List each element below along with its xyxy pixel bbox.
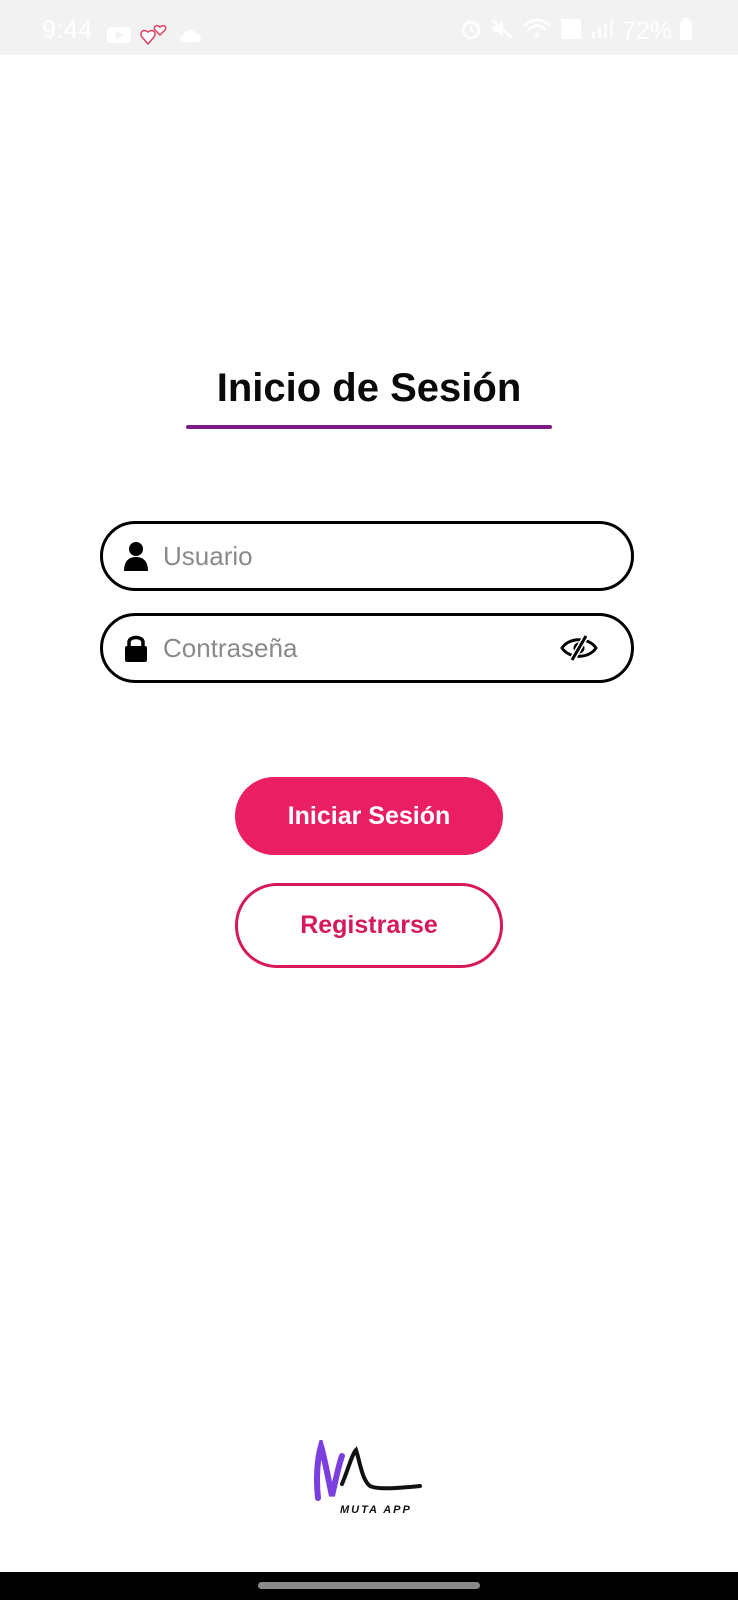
logo-mark xyxy=(314,1435,422,1501)
home-gesture-handle[interactable] xyxy=(258,1582,480,1589)
logo-text: MUTA APP xyxy=(340,1504,412,1516)
username-input[interactable] xyxy=(163,536,523,576)
page-title: Inicio de Sesión xyxy=(216,366,522,410)
status-right-icons: 72% xyxy=(460,18,692,45)
title-underline xyxy=(186,425,552,429)
navigation-bar xyxy=(0,1572,738,1600)
status-left-icons xyxy=(106,22,204,53)
password-field[interactable] xyxy=(100,613,634,683)
battery-percent: 72% xyxy=(621,17,672,45)
cloud-icon xyxy=(178,26,204,49)
user-icon xyxy=(123,541,149,571)
alarm-icon xyxy=(460,18,482,45)
mute-icon xyxy=(490,18,514,45)
username-field[interactable] xyxy=(100,521,634,591)
battery-icon xyxy=(680,18,692,45)
lock-icon xyxy=(123,633,149,663)
password-input[interactable] xyxy=(163,628,523,668)
signal-icon xyxy=(590,18,614,45)
muta-app-logo: MUTA APP xyxy=(312,1435,426,1520)
login-button[interactable]: Iniciar Sesión xyxy=(235,777,503,855)
eye-slash-icon[interactable] xyxy=(559,633,599,663)
status-time: 9:44 xyxy=(42,16,93,44)
status-bar: 9:44 72% xyxy=(0,0,738,55)
register-button[interactable]: Registrarse xyxy=(235,883,503,968)
volte-icon xyxy=(560,18,582,45)
wifi-icon xyxy=(522,18,552,45)
hearts-icon xyxy=(140,22,170,53)
youtube-icon xyxy=(106,25,132,50)
